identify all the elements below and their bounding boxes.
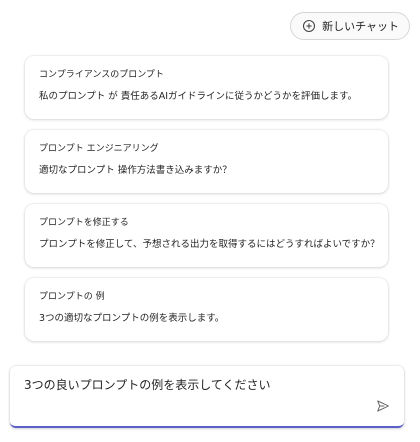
prompt-card-fix-prompt[interactable]: プロンプトを修正する プロンプトを修正して、予想される出力を取得するにはどうすれ…	[25, 204, 388, 267]
prompt-card-description: 3つの適切なプロンプトの例を表示します。	[39, 313, 225, 324]
prompt-card-title: プロンプトを修正する	[39, 218, 129, 228]
new-chat-label: 新しいチャット	[322, 20, 399, 33]
chat-input[interactable]: 3つの良いプロンプトの例を表示してください	[24, 376, 271, 393]
chat-composer[interactable]: 3つの良いプロンプトの例を表示してください	[10, 366, 404, 428]
prompt-card-description: 適切なプロンプト 操作方法書き込みますか？	[39, 165, 232, 176]
prompt-card-examples[interactable]: プロンプトの 例 3つの適切なプロンプトの例を表示します。	[25, 278, 388, 341]
prompt-card-compliance[interactable]: コンプライアンスのプロンプト 私のプロンプト が 責任あるAIガイドラインに従う…	[25, 56, 388, 119]
send-icon	[376, 398, 390, 417]
prompt-card-title: プロンプトの 例	[39, 292, 105, 302]
prompt-card-engineering[interactable]: プロンプト エンジニアリング 適切なプロンプト 操作方法書き込みますか？	[25, 130, 388, 193]
prompt-card-title: コンプライアンスのプロンプト	[39, 70, 164, 80]
prompt-card-title: プロンプト エンジニアリング	[39, 144, 159, 154]
prompt-suggestions: コンプライアンスのプロンプト 私のプロンプト が 責任あるAIガイドラインに従う…	[25, 56, 388, 352]
new-chat-button[interactable]: 新しいチャット	[290, 12, 410, 40]
send-button[interactable]	[374, 398, 392, 416]
prompt-card-description: プロンプトを修正して、予想される出力を取得するにはどうすればよいですか？	[39, 239, 380, 250]
chat-add-icon	[301, 18, 317, 34]
prompt-card-description: 私のプロンプト が 責任あるAIガイドラインに従うかどうかを評価します。	[39, 91, 358, 102]
